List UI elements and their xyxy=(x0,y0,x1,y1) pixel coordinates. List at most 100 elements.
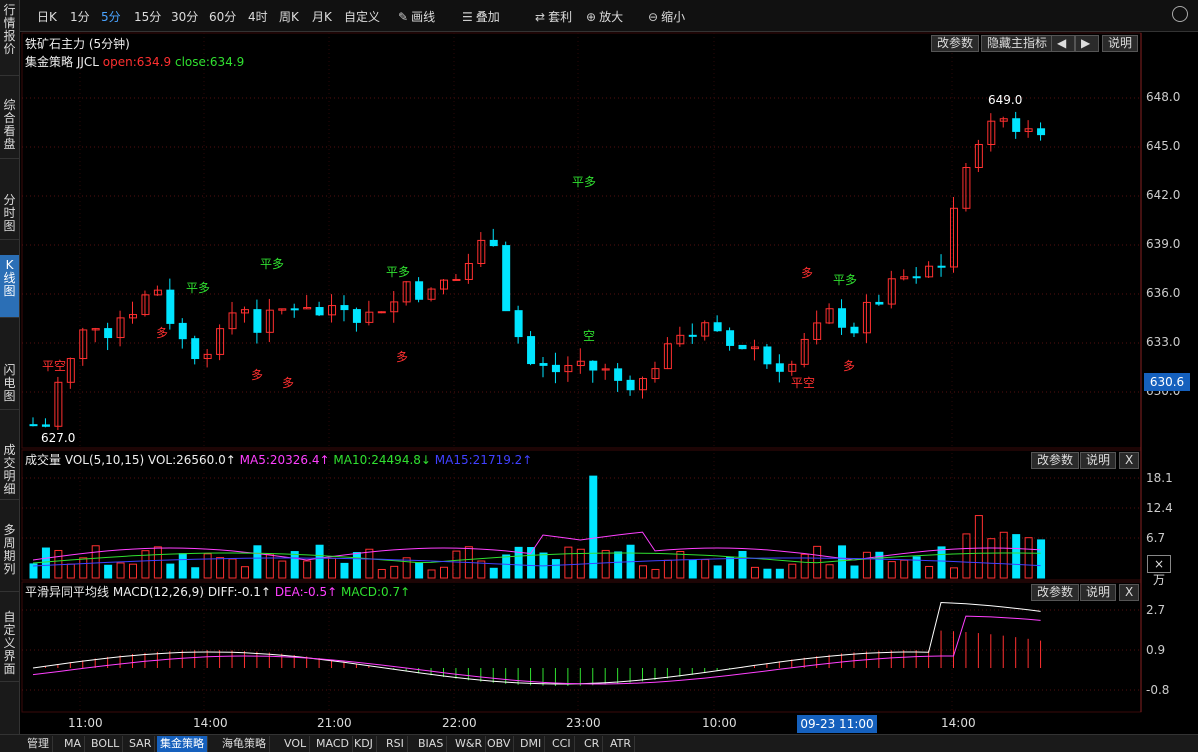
candle-body xyxy=(688,334,697,337)
price-tick: 639.0 xyxy=(1146,237,1181,251)
volume-bar xyxy=(178,553,187,579)
signal-label: 平多 xyxy=(260,257,285,271)
volume-bar xyxy=(825,564,834,579)
volume-bar xyxy=(415,562,424,579)
tab-timeshare[interactable]: 分时图 xyxy=(0,190,19,240)
overlay-button[interactable]: ☰ 叠加 xyxy=(462,8,500,25)
volume-bar xyxy=(775,568,784,579)
vol-help-button[interactable]: 说明 xyxy=(1080,452,1117,469)
period-custom[interactable]: 自定义 xyxy=(344,8,380,25)
volume-bar xyxy=(191,567,200,579)
vol-close-icon[interactable]: X xyxy=(1119,452,1140,469)
volume-bar xyxy=(887,561,896,579)
volume-bar xyxy=(390,565,399,579)
low-price-label: 627.0 xyxy=(41,431,76,445)
tab-manage[interactable]: 管理 xyxy=(24,736,53,752)
candle-body xyxy=(104,328,113,339)
volume-bar xyxy=(377,568,386,579)
candle-body xyxy=(290,308,299,311)
candle-body xyxy=(937,265,946,268)
tab-ma[interactable]: MA xyxy=(61,736,86,752)
period-60m[interactable]: 60分 xyxy=(209,8,236,25)
candle-body xyxy=(1012,118,1021,132)
price-tick: 645.0 xyxy=(1146,139,1181,153)
chart-canvas[interactable] xyxy=(0,0,1198,752)
zoom-out-button[interactable]: ⊖ 缩小 xyxy=(648,8,685,25)
candle-body xyxy=(1037,128,1046,136)
macd-params-button[interactable]: 改参数 xyxy=(1031,584,1080,601)
open-value: open:634.9 xyxy=(102,55,172,69)
volume-bar xyxy=(116,562,125,579)
tab-kline[interactable]: K线图 xyxy=(0,255,19,318)
tab-boll[interactable]: BOLL xyxy=(88,736,124,752)
period-30m[interactable]: 30分 xyxy=(171,8,198,25)
volume-bar xyxy=(439,566,448,579)
volume-bar xyxy=(153,546,162,579)
tab-obv[interactable]: OBV xyxy=(484,736,515,752)
candle-body xyxy=(253,309,262,333)
tab-overview[interactable]: 综合看盘 xyxy=(0,95,19,159)
tab-wr[interactable]: W&R xyxy=(452,736,487,752)
candle-body xyxy=(614,368,623,381)
candle-body xyxy=(315,307,324,316)
volume-bar xyxy=(166,563,175,579)
period-week[interactable]: 周K xyxy=(279,8,299,25)
last-price-tag: 630.6 xyxy=(1144,373,1190,391)
clock-icon[interactable] xyxy=(1172,6,1188,22)
tab-rsi[interactable]: RSI xyxy=(383,736,408,752)
arbitrage-button[interactable]: ⇄ 套利 xyxy=(535,8,572,25)
candle-body xyxy=(713,322,722,332)
volume-bar xyxy=(676,551,685,579)
volume-bar xyxy=(1024,537,1033,579)
tab-multiperiod[interactable]: 多周期列 xyxy=(0,520,19,592)
period-5m[interactable]: 5分 xyxy=(101,8,121,25)
candle-body xyxy=(838,308,847,328)
tab-flash[interactable]: 闪电图 xyxy=(0,360,19,410)
volume-bar xyxy=(1012,534,1021,579)
period-month[interactable]: 月K xyxy=(312,8,332,25)
tab-dmi[interactable]: DMI xyxy=(517,736,546,752)
main-help-button[interactable]: 说明 xyxy=(1102,35,1139,52)
hide-indicator-button[interactable]: 隐藏主指标 xyxy=(981,35,1054,52)
tab-custom[interactable]: 自定义界面 xyxy=(0,607,19,682)
zoom-in-button[interactable]: ⊕ 放大 xyxy=(586,8,623,25)
time-label: 11:00 xyxy=(68,716,103,730)
main-params-button[interactable]: 改参数 xyxy=(931,35,980,52)
tab-cr[interactable]: CR xyxy=(581,736,604,752)
period-1m[interactable]: 1分 xyxy=(70,8,90,25)
vol-params-button[interactable]: 改参数 xyxy=(1031,452,1080,469)
macd-help-button[interactable]: 说明 xyxy=(1080,584,1117,601)
volume-bar xyxy=(1037,539,1046,579)
signal-label: 平空 xyxy=(42,359,67,373)
tab-turtle[interactable]: 海龟策略 xyxy=(219,736,270,752)
candle-body xyxy=(340,305,349,311)
volume-bar xyxy=(228,558,237,579)
tab-jjcl[interactable]: 集金策略 xyxy=(157,736,208,752)
tab-quotes[interactable]: 行情报价 xyxy=(0,0,19,76)
tab-sar[interactable]: SAR xyxy=(126,736,156,752)
tab-trades[interactable]: 成交明细 xyxy=(0,440,19,500)
next-arrow-icon[interactable]: ▶ xyxy=(1075,35,1099,52)
volume-bar xyxy=(129,563,138,579)
candle-body xyxy=(452,278,461,281)
period-4h[interactable]: 4时 xyxy=(248,8,268,25)
volume-bar xyxy=(402,557,411,579)
time-label: 14:00 xyxy=(941,716,976,730)
tab-macd[interactable]: MACD xyxy=(313,736,353,752)
volume-bar xyxy=(104,564,113,579)
tab-bias[interactable]: BIAS xyxy=(415,736,448,752)
tab-vol[interactable]: VOL xyxy=(281,736,311,752)
draw-line-button[interactable]: ✎ 画线 xyxy=(398,8,435,25)
prev-arrow-icon[interactable]: ◀ xyxy=(1051,35,1075,52)
tab-cci[interactable]: CCI xyxy=(549,736,575,752)
period-15m[interactable]: 15分 xyxy=(134,8,161,25)
volume-bar xyxy=(589,475,598,579)
period-day[interactable]: 日K xyxy=(37,8,57,25)
volume-bar xyxy=(838,545,847,579)
candle-body xyxy=(489,239,498,247)
tab-kdj[interactable]: KDJ xyxy=(351,736,377,752)
tab-atr[interactable]: ATR xyxy=(607,736,636,752)
volume-bar xyxy=(502,554,511,579)
candle-body xyxy=(191,338,200,360)
macd-close-icon[interactable]: X xyxy=(1119,584,1140,601)
